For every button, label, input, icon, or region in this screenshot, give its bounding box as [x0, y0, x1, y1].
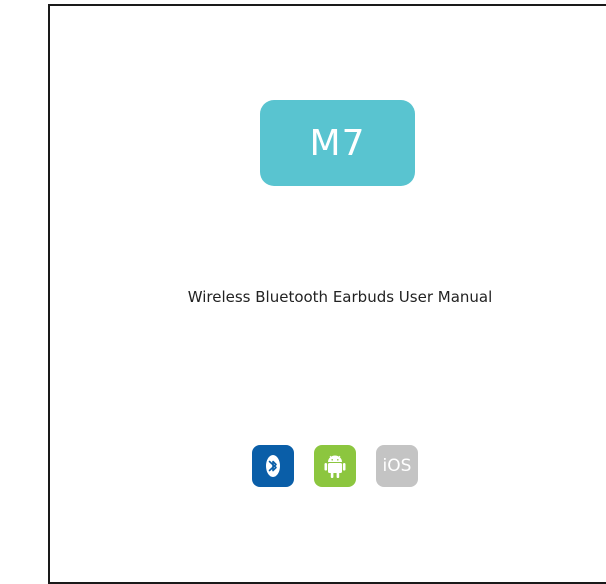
android-robot-icon — [324, 455, 346, 478]
ios-label: iOS — [382, 456, 412, 476]
ios-icon: iOS — [376, 445, 418, 487]
bluetooth-glyph-icon — [266, 455, 280, 477]
model-badge: M7 — [260, 100, 415, 186]
model-name: M7 — [309, 122, 366, 164]
android-icon — [314, 445, 356, 487]
bluetooth-icon — [252, 445, 294, 487]
manual-title: Wireless Bluetooth Earbuds User Manual — [187, 288, 493, 306]
